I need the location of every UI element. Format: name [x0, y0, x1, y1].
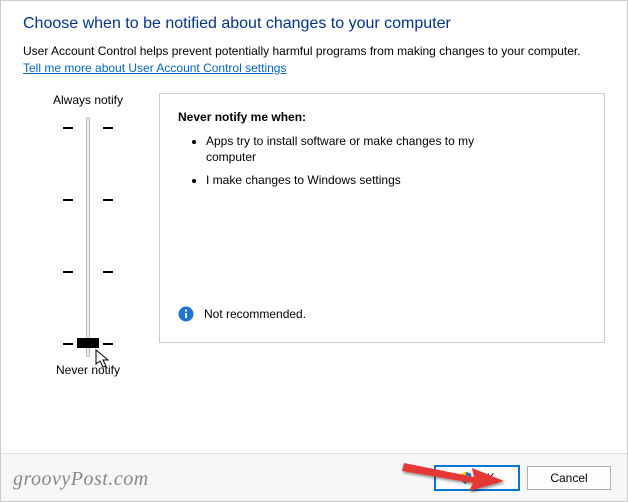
- shield-icon: [459, 471, 473, 485]
- slider-tick: [103, 343, 113, 345]
- ok-button-label: OK: [477, 471, 494, 485]
- slider-tick: [63, 127, 73, 129]
- slider-top-label: Always notify: [53, 93, 123, 107]
- slider-thumb[interactable]: [77, 338, 99, 348]
- slider-tick: [63, 199, 73, 201]
- cancel-button[interactable]: Cancel: [527, 466, 611, 490]
- slider-tick: [103, 127, 113, 129]
- dialog-footer: OK Cancel: [1, 453, 627, 501]
- slider-tick: [63, 271, 73, 273]
- info-panel: Never notify me when: Apps try to instal…: [159, 93, 605, 343]
- list-item: I make changes to Windows settings: [206, 173, 506, 189]
- panel-title: Never notify me when:: [178, 110, 586, 124]
- uac-slider[interactable]: [53, 117, 123, 357]
- slider-track: [86, 117, 90, 357]
- slider-bottom-label: Never notify: [56, 363, 120, 377]
- cancel-button-label: Cancel: [550, 471, 587, 485]
- ok-button[interactable]: OK: [435, 466, 519, 490]
- page-heading: Choose when to be notified about changes…: [23, 15, 605, 33]
- list-item: Apps try to install software or make cha…: [206, 134, 506, 165]
- slider-tick: [63, 343, 73, 345]
- slider-tick: [103, 271, 113, 273]
- learn-more-link[interactable]: Tell me more about User Account Control …: [23, 61, 286, 75]
- status-text: Not recommended.: [204, 307, 306, 321]
- info-icon: [178, 306, 194, 322]
- description-text: User Account Control helps prevent poten…: [23, 43, 605, 59]
- slider-tick: [103, 199, 113, 201]
